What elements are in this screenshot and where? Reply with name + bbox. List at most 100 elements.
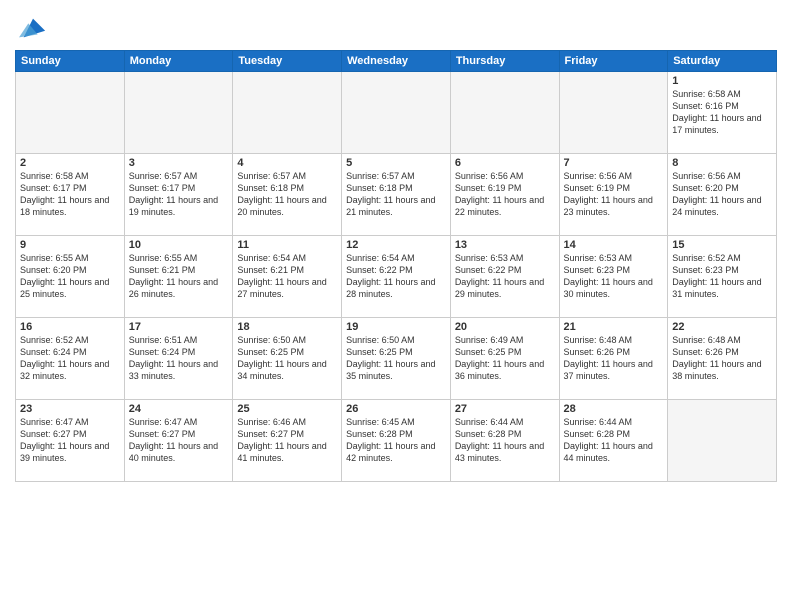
day-number: 5 (346, 157, 446, 169)
calendar-table: SundayMondayTuesdayWednesdayThursdayFrid… (15, 50, 777, 482)
calendar-day-header: Monday (124, 51, 233, 72)
day-info: Sunrise: 6:52 AM Sunset: 6:23 PM Dayligh… (672, 252, 772, 301)
day-number: 14 (564, 239, 664, 251)
day-info: Sunrise: 6:44 AM Sunset: 6:28 PM Dayligh… (455, 416, 555, 465)
day-info: Sunrise: 6:58 AM Sunset: 6:16 PM Dayligh… (672, 88, 772, 137)
day-info: Sunrise: 6:51 AM Sunset: 6:24 PM Dayligh… (129, 334, 229, 383)
day-info: Sunrise: 6:53 AM Sunset: 6:23 PM Dayligh… (564, 252, 664, 301)
calendar-week-row: 2Sunrise: 6:58 AM Sunset: 6:17 PM Daylig… (16, 154, 777, 236)
day-info: Sunrise: 6:54 AM Sunset: 6:22 PM Dayligh… (346, 252, 446, 301)
calendar-cell: 4Sunrise: 6:57 AM Sunset: 6:18 PM Daylig… (233, 154, 342, 236)
calendar-cell: 9Sunrise: 6:55 AM Sunset: 6:20 PM Daylig… (16, 236, 125, 318)
logo-icon (19, 14, 47, 42)
calendar-cell: 2Sunrise: 6:58 AM Sunset: 6:17 PM Daylig… (16, 154, 125, 236)
day-info: Sunrise: 6:47 AM Sunset: 6:27 PM Dayligh… (20, 416, 120, 465)
calendar-cell: 27Sunrise: 6:44 AM Sunset: 6:28 PM Dayli… (450, 400, 559, 482)
calendar-week-row: 9Sunrise: 6:55 AM Sunset: 6:20 PM Daylig… (16, 236, 777, 318)
day-number: 26 (346, 403, 446, 415)
day-info: Sunrise: 6:52 AM Sunset: 6:24 PM Dayligh… (20, 334, 120, 383)
day-number: 24 (129, 403, 229, 415)
day-info: Sunrise: 6:57 AM Sunset: 6:17 PM Dayligh… (129, 170, 229, 219)
calendar-cell: 24Sunrise: 6:47 AM Sunset: 6:27 PM Dayli… (124, 400, 233, 482)
calendar-week-row: 16Sunrise: 6:52 AM Sunset: 6:24 PM Dayli… (16, 318, 777, 400)
day-info: Sunrise: 6:56 AM Sunset: 6:19 PM Dayligh… (564, 170, 664, 219)
day-info: Sunrise: 6:56 AM Sunset: 6:19 PM Dayligh… (455, 170, 555, 219)
day-number: 25 (237, 403, 337, 415)
calendar-cell: 25Sunrise: 6:46 AM Sunset: 6:27 PM Dayli… (233, 400, 342, 482)
calendar-cell: 11Sunrise: 6:54 AM Sunset: 6:21 PM Dayli… (233, 236, 342, 318)
calendar-cell: 6Sunrise: 6:56 AM Sunset: 6:19 PM Daylig… (450, 154, 559, 236)
calendar-cell (124, 72, 233, 154)
calendar-cell (668, 400, 777, 482)
day-info: Sunrise: 6:48 AM Sunset: 6:26 PM Dayligh… (564, 334, 664, 383)
day-number: 9 (20, 239, 120, 251)
day-info: Sunrise: 6:57 AM Sunset: 6:18 PM Dayligh… (237, 170, 337, 219)
calendar-cell: 15Sunrise: 6:52 AM Sunset: 6:23 PM Dayli… (668, 236, 777, 318)
calendar-week-row: 23Sunrise: 6:47 AM Sunset: 6:27 PM Dayli… (16, 400, 777, 482)
day-info: Sunrise: 6:46 AM Sunset: 6:27 PM Dayligh… (237, 416, 337, 465)
calendar-cell: 14Sunrise: 6:53 AM Sunset: 6:23 PM Dayli… (559, 236, 668, 318)
day-number: 20 (455, 321, 555, 333)
calendar-cell: 3Sunrise: 6:57 AM Sunset: 6:17 PM Daylig… (124, 154, 233, 236)
calendar-cell: 22Sunrise: 6:48 AM Sunset: 6:26 PM Dayli… (668, 318, 777, 400)
day-number: 15 (672, 239, 772, 251)
day-info: Sunrise: 6:54 AM Sunset: 6:21 PM Dayligh… (237, 252, 337, 301)
calendar-cell (559, 72, 668, 154)
day-number: 1 (672, 75, 772, 87)
day-number: 16 (20, 321, 120, 333)
day-number: 19 (346, 321, 446, 333)
calendar-cell: 5Sunrise: 6:57 AM Sunset: 6:18 PM Daylig… (342, 154, 451, 236)
calendar-cell: 10Sunrise: 6:55 AM Sunset: 6:21 PM Dayli… (124, 236, 233, 318)
calendar-cell: 1Sunrise: 6:58 AM Sunset: 6:16 PM Daylig… (668, 72, 777, 154)
day-info: Sunrise: 6:45 AM Sunset: 6:28 PM Dayligh… (346, 416, 446, 465)
calendar-cell: 18Sunrise: 6:50 AM Sunset: 6:25 PM Dayli… (233, 318, 342, 400)
day-info: Sunrise: 6:47 AM Sunset: 6:27 PM Dayligh… (129, 416, 229, 465)
calendar-cell: 23Sunrise: 6:47 AM Sunset: 6:27 PM Dayli… (16, 400, 125, 482)
day-info: Sunrise: 6:56 AM Sunset: 6:20 PM Dayligh… (672, 170, 772, 219)
day-number: 8 (672, 157, 772, 169)
calendar-day-header: Wednesday (342, 51, 451, 72)
day-number: 13 (455, 239, 555, 251)
day-info: Sunrise: 6:55 AM Sunset: 6:21 PM Dayligh… (129, 252, 229, 301)
calendar-cell: 7Sunrise: 6:56 AM Sunset: 6:19 PM Daylig… (559, 154, 668, 236)
day-number: 4 (237, 157, 337, 169)
calendar-cell (16, 72, 125, 154)
day-info: Sunrise: 6:48 AM Sunset: 6:26 PM Dayligh… (672, 334, 772, 383)
calendar-cell (450, 72, 559, 154)
day-number: 22 (672, 321, 772, 333)
calendar-day-header: Tuesday (233, 51, 342, 72)
calendar-day-header: Friday (559, 51, 668, 72)
calendar-cell: 28Sunrise: 6:44 AM Sunset: 6:28 PM Dayli… (559, 400, 668, 482)
calendar-cell: 20Sunrise: 6:49 AM Sunset: 6:25 PM Dayli… (450, 318, 559, 400)
day-number: 7 (564, 157, 664, 169)
day-info: Sunrise: 6:53 AM Sunset: 6:22 PM Dayligh… (455, 252, 555, 301)
calendar-cell: 16Sunrise: 6:52 AM Sunset: 6:24 PM Dayli… (16, 318, 125, 400)
calendar-cell: 8Sunrise: 6:56 AM Sunset: 6:20 PM Daylig… (668, 154, 777, 236)
day-number: 27 (455, 403, 555, 415)
calendar-cell: 19Sunrise: 6:50 AM Sunset: 6:25 PM Dayli… (342, 318, 451, 400)
calendar-cell: 21Sunrise: 6:48 AM Sunset: 6:26 PM Dayli… (559, 318, 668, 400)
day-number: 28 (564, 403, 664, 415)
calendar-cell (342, 72, 451, 154)
calendar-cell: 13Sunrise: 6:53 AM Sunset: 6:22 PM Dayli… (450, 236, 559, 318)
calendar-week-row: 1Sunrise: 6:58 AM Sunset: 6:16 PM Daylig… (16, 72, 777, 154)
day-number: 2 (20, 157, 120, 169)
day-number: 21 (564, 321, 664, 333)
calendar-day-header: Thursday (450, 51, 559, 72)
day-number: 10 (129, 239, 229, 251)
day-number: 17 (129, 321, 229, 333)
page-container: SundayMondayTuesdayWednesdayThursdayFrid… (0, 0, 792, 612)
day-info: Sunrise: 6:50 AM Sunset: 6:25 PM Dayligh… (237, 334, 337, 383)
day-info: Sunrise: 6:44 AM Sunset: 6:28 PM Dayligh… (564, 416, 664, 465)
logo (15, 14, 47, 42)
day-info: Sunrise: 6:55 AM Sunset: 6:20 PM Dayligh… (20, 252, 120, 301)
calendar-day-header: Sunday (16, 51, 125, 72)
day-number: 23 (20, 403, 120, 415)
day-number: 11 (237, 239, 337, 251)
day-info: Sunrise: 6:49 AM Sunset: 6:25 PM Dayligh… (455, 334, 555, 383)
day-info: Sunrise: 6:58 AM Sunset: 6:17 PM Dayligh… (20, 170, 120, 219)
day-number: 6 (455, 157, 555, 169)
calendar-header-row: SundayMondayTuesdayWednesdayThursdayFrid… (16, 51, 777, 72)
calendar-cell (233, 72, 342, 154)
day-number: 18 (237, 321, 337, 333)
